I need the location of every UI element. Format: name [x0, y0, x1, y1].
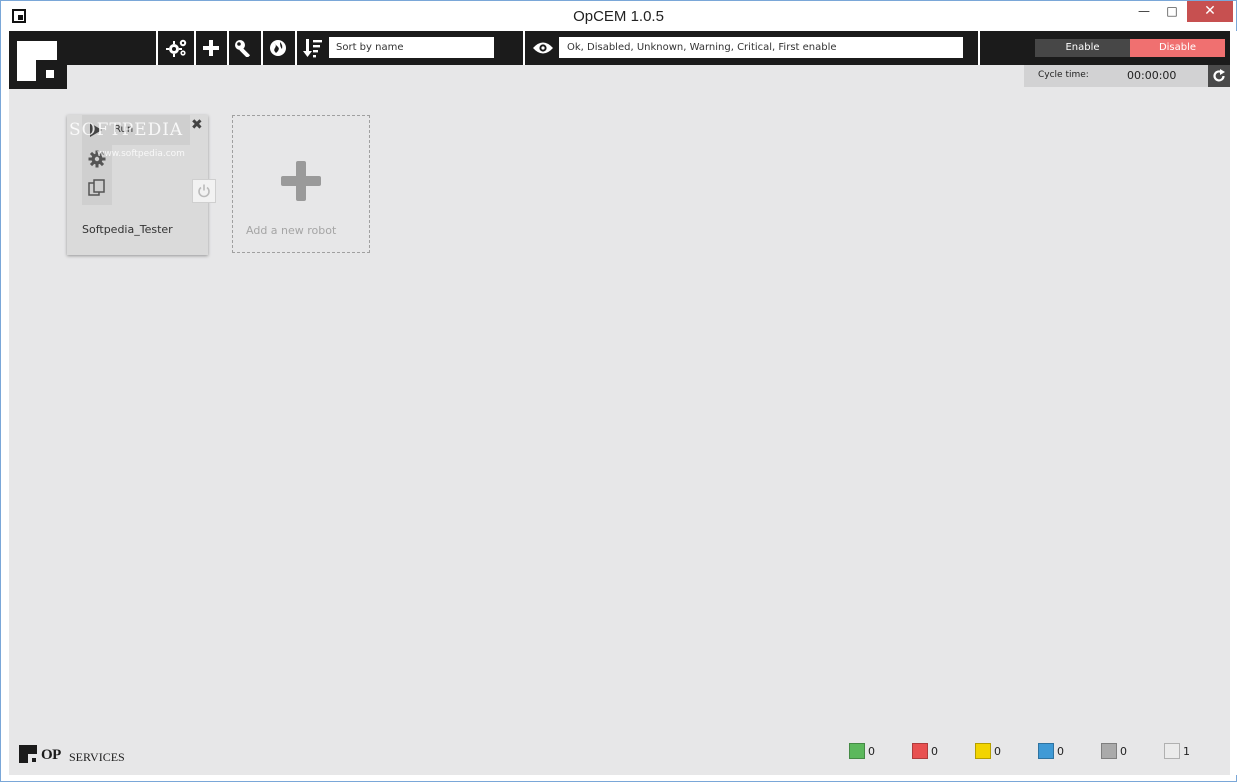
status-disabled-swatch [1101, 743, 1117, 759]
cycle-time-value: 00:00:00 [1127, 69, 1177, 82]
settings-gears-icon[interactable] [163, 36, 191, 60]
status-ok-swatch [849, 743, 865, 759]
sort-icon[interactable] [299, 36, 327, 60]
status-filter-select[interactable]: Ok, Disabled, Unknown, Warning, Critical… [559, 37, 963, 58]
power-icon[interactable] [192, 179, 216, 203]
sort-select[interactable]: Sort by name [329, 37, 494, 58]
toolbar-divider [523, 31, 525, 65]
status-critical-count: 0 [912, 743, 938, 759]
cycle-time-panel: Cycle time: 00:00:00 [1024, 65, 1230, 87]
disable-button[interactable]: Disable [1130, 39, 1225, 57]
toolbar: Sort by name Ok, Disabled, Unknown, Warn… [9, 31, 1230, 65]
add-robot-label: Add a new robot [246, 224, 337, 237]
window-title: OpCEM 1.0.5 [573, 8, 664, 25]
window-border [1230, 31, 1237, 775]
status-first-enable-count: 1 [1164, 743, 1190, 759]
app-window: OpCEM 1.0.5 — □ ✕ Sort by name Ok, Disab… [0, 0, 1237, 782]
add-robot-button[interactable]: Add a new robot [232, 115, 370, 253]
main-area: Sort by name Ok, Disabled, Unknown, Warn… [9, 31, 1230, 775]
toolbar-divider [295, 31, 297, 65]
close-button[interactable]: ✕ [1187, 1, 1233, 22]
add-icon [281, 161, 321, 204]
toolbar-divider [227, 31, 229, 65]
toolbar-divider [261, 31, 263, 65]
refresh-icon[interactable] [1208, 65, 1230, 87]
status-first-enable-swatch [1164, 743, 1180, 759]
status-ok-count: 0 [849, 743, 875, 759]
robot-name: Softpedia_Tester [82, 223, 173, 236]
status-disabled-count: 0 [1101, 743, 1127, 759]
watermark-url: www.softpedia.com [97, 149, 185, 159]
enable-button[interactable]: Enable [1035, 39, 1130, 57]
watermark: SOFTPEDIA [69, 120, 184, 140]
maximize-button[interactable]: □ [1159, 1, 1185, 22]
status-warning-swatch [975, 743, 991, 759]
add-icon[interactable] [197, 36, 225, 60]
minimize-button[interactable]: — [1131, 1, 1157, 22]
remove-robot-icon[interactable]: ✖ [191, 117, 203, 133]
copy-icon[interactable] [88, 179, 106, 200]
status-warning-count: 0 [975, 743, 1001, 759]
key-icon[interactable] [230, 36, 258, 60]
status-critical-swatch [912, 743, 928, 759]
status-unknown-count: 0 [1038, 743, 1064, 759]
op-services-logo: OP SERVICES [19, 742, 129, 766]
status-unknown-swatch [1038, 743, 1054, 759]
globe-icon[interactable] [264, 36, 292, 60]
cycle-time-label: Cycle time: [1038, 70, 1089, 80]
toolbar-divider [194, 31, 196, 65]
toolbar-divider [156, 31, 158, 65]
title-bar: OpCEM 1.0.5 — □ ✕ [1, 1, 1236, 31]
app-logo [9, 31, 67, 89]
toolbar-divider [978, 31, 980, 65]
eye-icon[interactable] [529, 36, 557, 60]
